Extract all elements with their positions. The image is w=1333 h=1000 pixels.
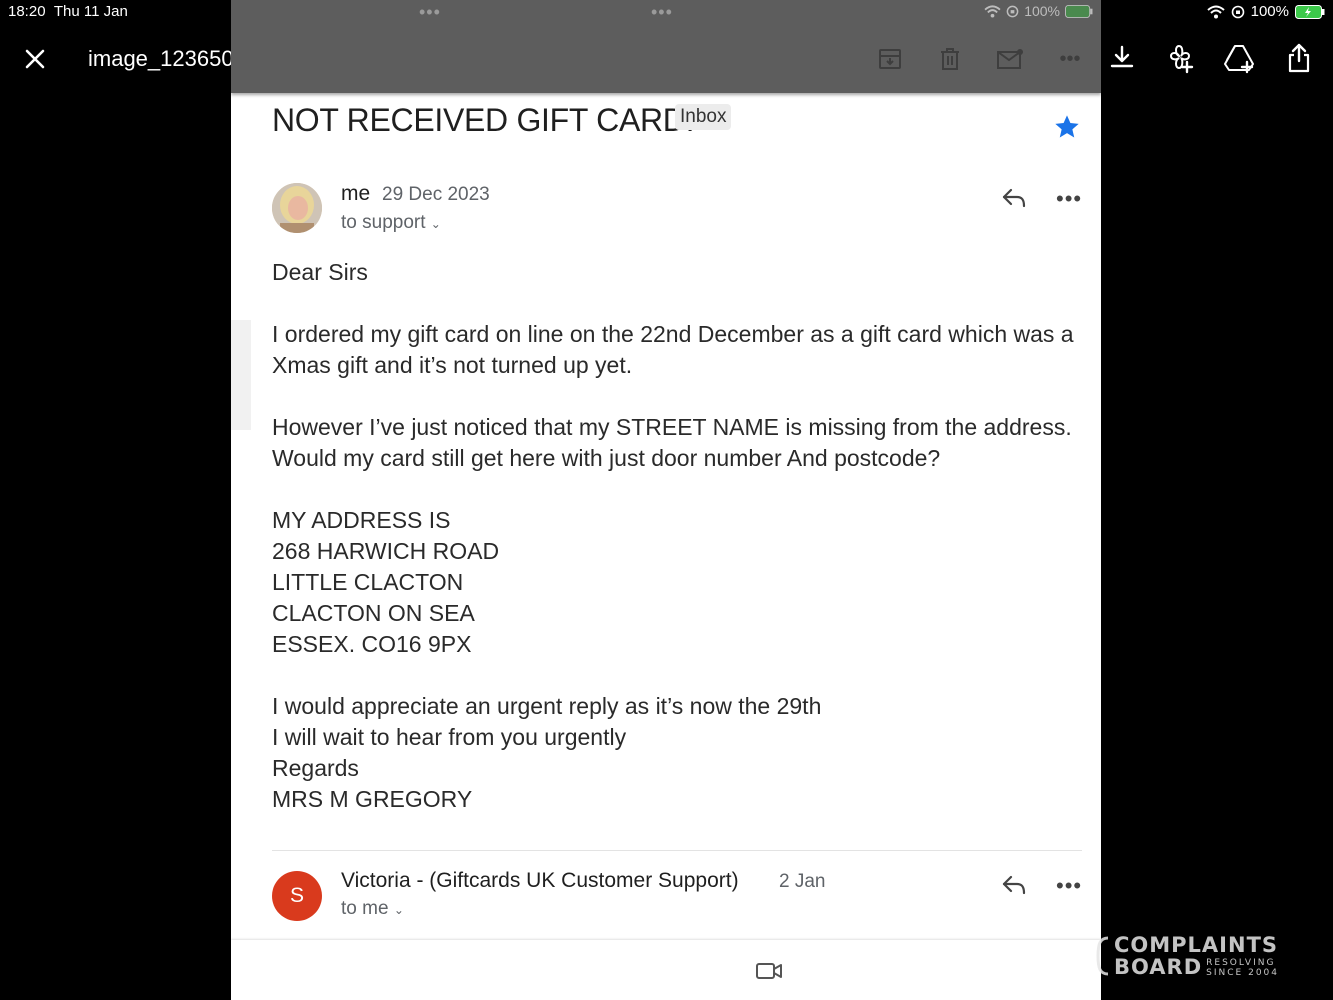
more-dots-icon: •••	[1056, 873, 1083, 898]
profile-photo-icon	[272, 183, 322, 233]
battery-percent: 100%	[1250, 3, 1289, 20]
battery-percent: 100%	[1024, 3, 1060, 19]
reply-button[interactable]	[1000, 873, 1028, 902]
email-toolbar: ••• ••• 100% •••	[231, 0, 1101, 93]
clock: 18:20	[8, 3, 46, 20]
message-date: 29 Dec 2023	[382, 184, 490, 205]
sender-name: Victoria - (Giftcards UK Customer Suppor…	[341, 869, 739, 892]
sender-avatar[interactable]: S	[272, 871, 322, 921]
archive-icon	[879, 49, 901, 69]
email-subject: NOT RECEIVED GIFT CARD.	[272, 102, 695, 138]
message-divider	[272, 850, 1082, 851]
drive-add-icon	[1224, 45, 1254, 74]
archive-button[interactable]	[874, 45, 906, 73]
close-icon	[25, 49, 45, 69]
battery-icon	[1295, 4, 1325, 19]
download-button[interactable]	[1106, 40, 1138, 76]
inner-status-indicators: 100%	[984, 3, 1093, 19]
save-to-drive-button[interactable]	[1224, 40, 1256, 76]
star-button[interactable]	[1053, 113, 1081, 141]
reply-icon	[1002, 875, 1026, 895]
watermark: COMPLAINTS BOARD RESOLVING SINCE 2004	[1096, 934, 1279, 978]
viewer-actions	[1106, 40, 1315, 76]
orientation-lock-icon	[1231, 5, 1244, 18]
reply-button[interactable]	[1000, 186, 1028, 215]
watermark-tag1: RESOLVING	[1206, 958, 1276, 968]
battery-icon	[1065, 4, 1093, 18]
wifi-icon	[1206, 5, 1225, 18]
more-dots-icon: •••	[1056, 186, 1083, 211]
email-actions: •••	[874, 45, 1086, 73]
recipient-text: to support	[341, 212, 426, 233]
multitask-dots-icon: •••	[651, 2, 673, 22]
status-date: Thu 11 Jan	[53, 3, 128, 20]
sender-name: me	[341, 182, 371, 205]
mail-icon	[997, 49, 1023, 69]
edge-shadow	[231, 320, 251, 430]
wifi-icon	[984, 4, 1001, 18]
mark-unread-button[interactable]	[994, 45, 1026, 73]
chevron-down-icon: ⌄	[393, 903, 404, 917]
watermark-tag2: SINCE 2004	[1206, 968, 1279, 978]
message-body: Dear Sirs I ordered my gift card on line…	[272, 259, 1074, 812]
message-date: 2 Jan	[779, 871, 826, 892]
photo-content: ••• ••• 100% ••• NOT RECEIVED GIFT CARD.…	[231, 0, 1101, 1000]
recipient-line[interactable]: to me ⌄	[341, 898, 404, 920]
status-time: 18:20 Thu 11 Jan	[8, 3, 128, 20]
pinwheel-add-icon	[1169, 44, 1194, 74]
more-button[interactable]: •••	[1054, 45, 1086, 73]
reply-icon	[1002, 188, 1026, 208]
watermark-logo-icon	[1096, 936, 1109, 976]
status-indicators: 100%	[1206, 3, 1325, 20]
avatar-letter: S	[289, 884, 304, 907]
more-dots-icon: •••	[1059, 47, 1081, 70]
watermark-text: COMPLAINTS BOARD RESOLVING SINCE 2004	[1114, 934, 1279, 978]
watermark-board: BOARD	[1114, 955, 1203, 979]
avatar[interactable]	[272, 183, 322, 233]
delete-button[interactable]	[934, 45, 966, 73]
multitask-dots-icon: •••	[419, 2, 441, 22]
inbox-label[interactable]: Inbox	[675, 104, 732, 130]
chevron-down-icon: ⌄	[430, 217, 441, 231]
add-to-photos-button[interactable]	[1165, 40, 1197, 76]
share-icon	[1288, 43, 1310, 73]
message-more-button[interactable]: •••	[1056, 186, 1082, 212]
orientation-lock-icon	[1006, 5, 1019, 17]
watermark-tagline: RESOLVING SINCE 2004	[1206, 958, 1279, 978]
star-icon	[1055, 115, 1079, 138]
video-call-button[interactable]	[755, 959, 783, 983]
watermark-line1: COMPLAINTS	[1114, 933, 1279, 957]
trash-icon	[941, 48, 959, 70]
recipient-text: to me	[341, 898, 389, 919]
share-button[interactable]	[1283, 40, 1315, 76]
recipient-line[interactable]: to support ⌄	[341, 212, 441, 234]
message-more-button[interactable]: •••	[1056, 873, 1082, 899]
close-button[interactable]	[22, 46, 48, 72]
bottom-bar	[231, 940, 1101, 1000]
download-icon	[1110, 45, 1134, 68]
watermark-line2: BOARD RESOLVING SINCE 2004	[1114, 956, 1279, 978]
video-camera-icon	[756, 963, 782, 979]
